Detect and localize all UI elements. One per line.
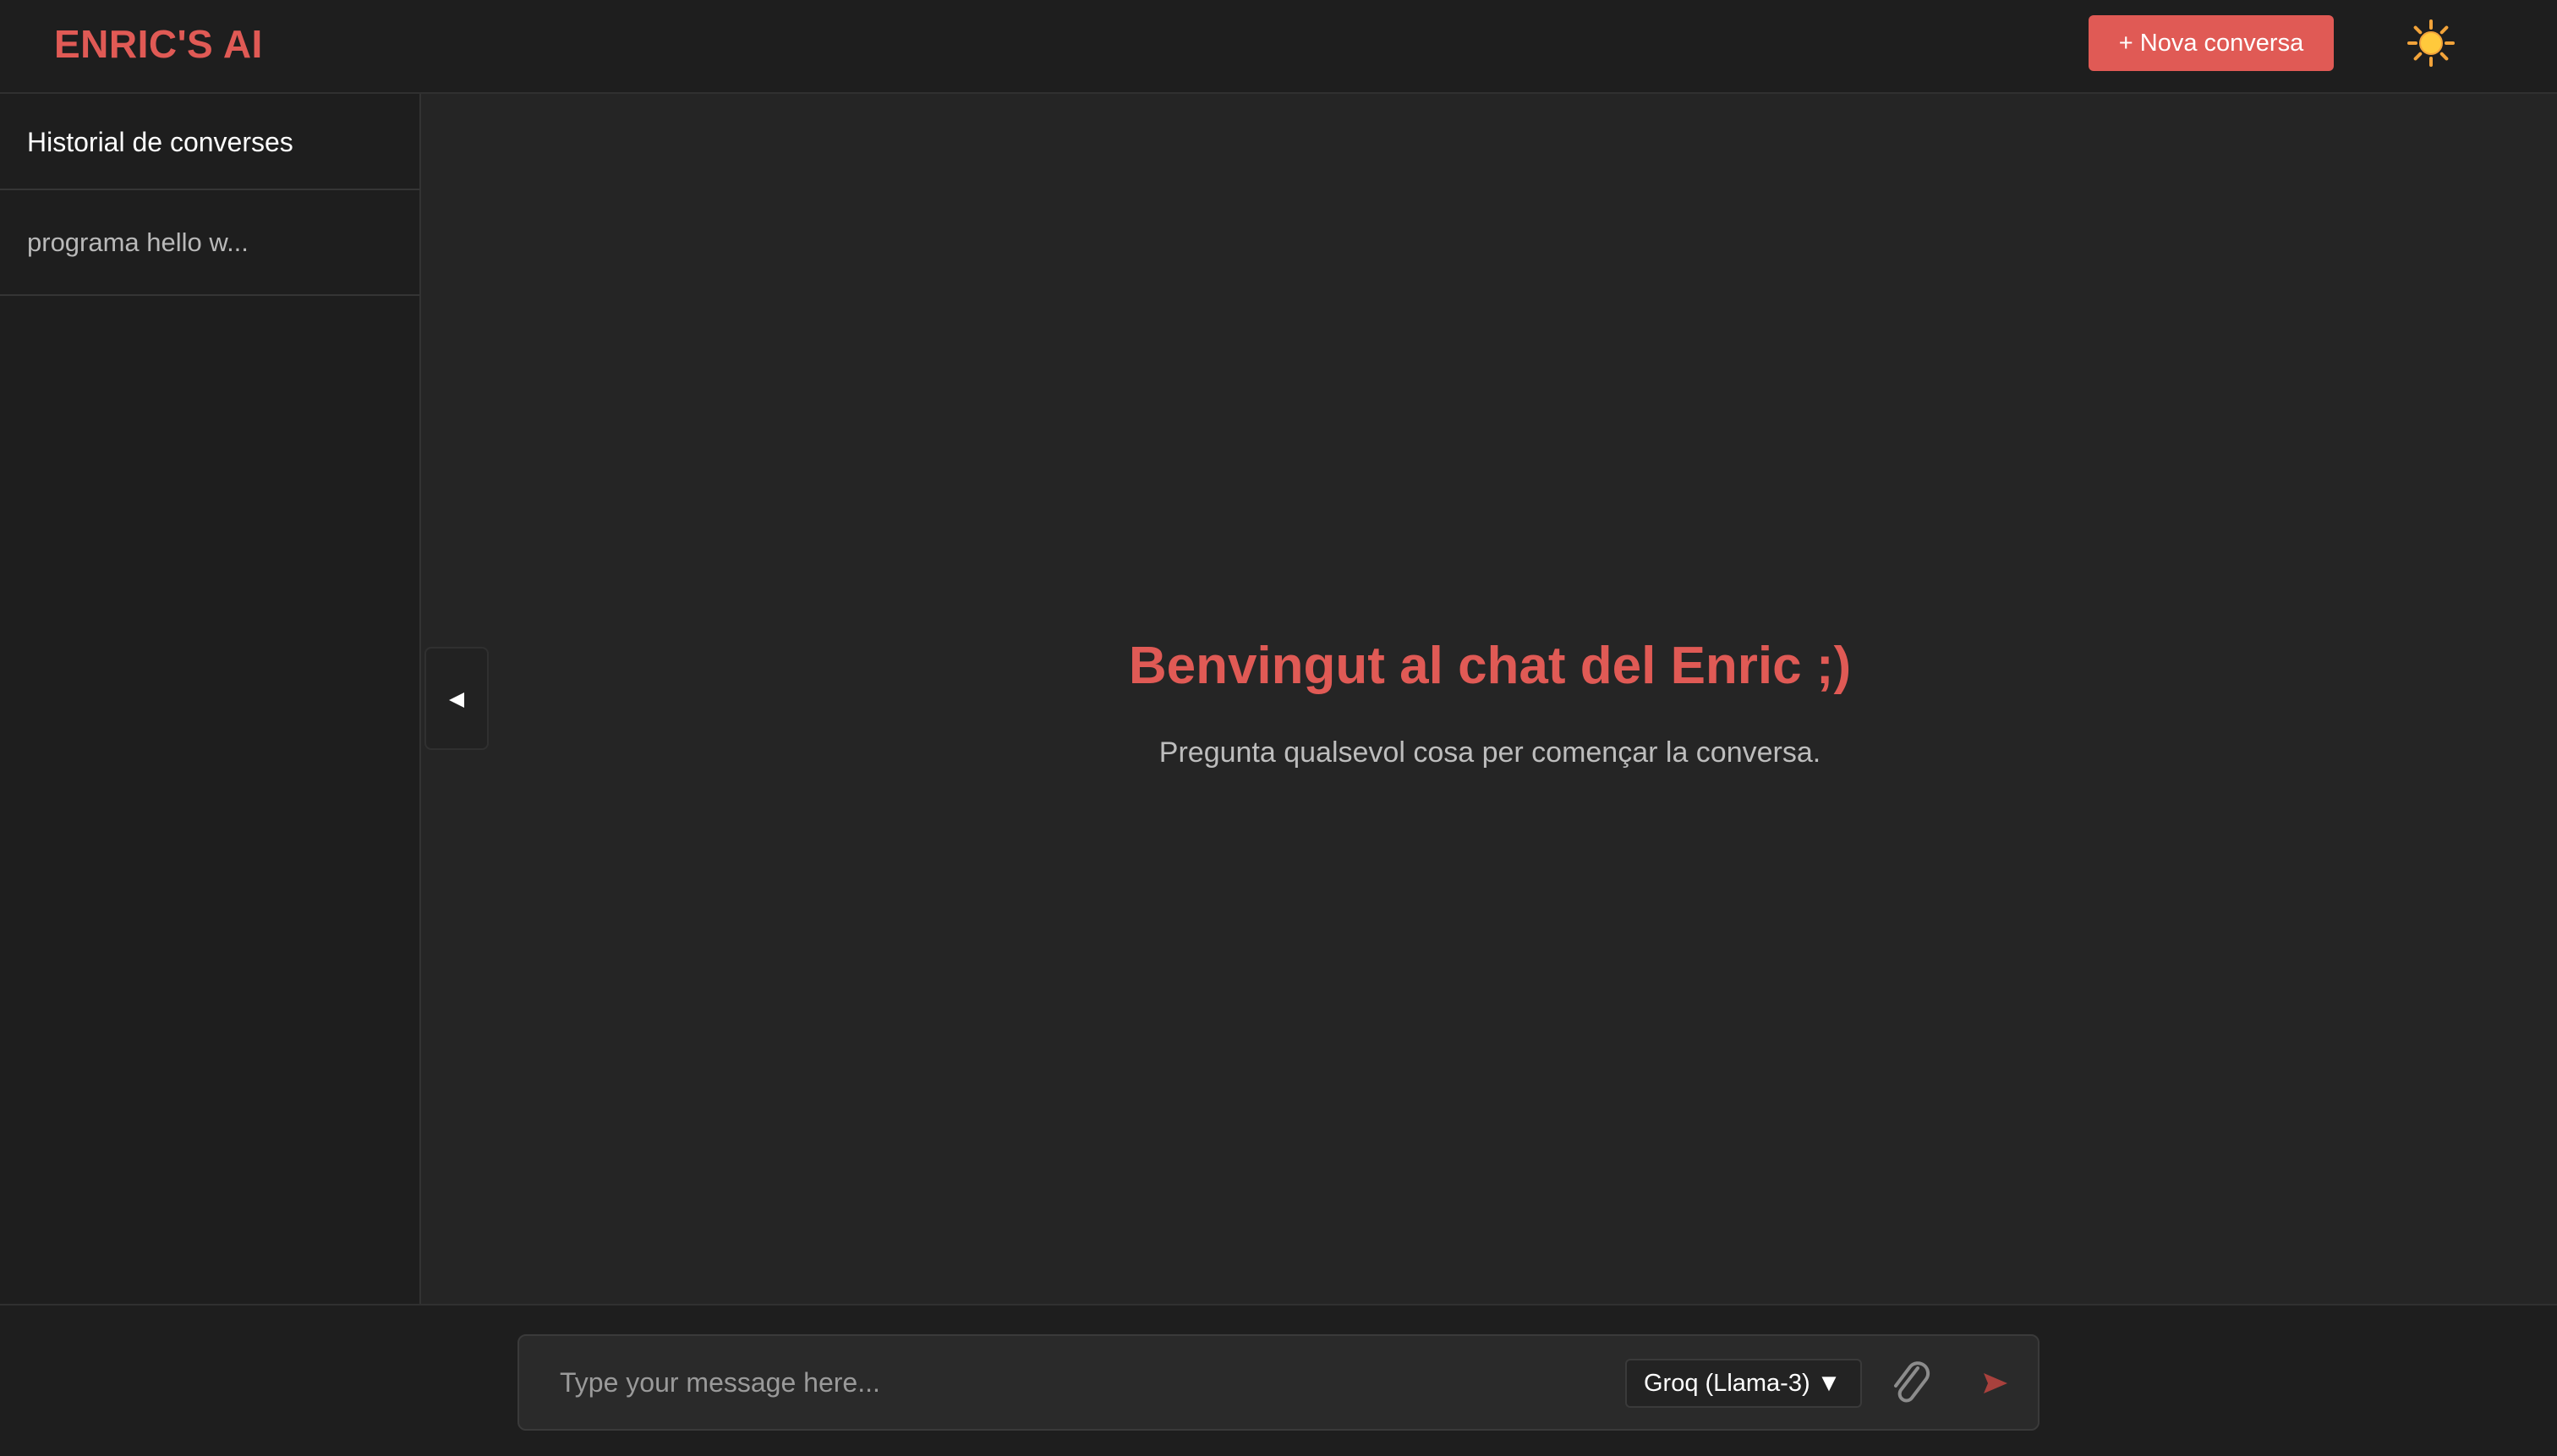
model-select[interactable]: Groq (Llama-3) ▼	[1625, 1359, 1862, 1408]
send-icon[interactable]	[1970, 1360, 2018, 1407]
welcome-title: Benvingut al chat del Enric ;)	[1128, 637, 1852, 695]
sidebar-title: Historial de converses	[0, 94, 419, 190]
sidebar-item-conversation[interactable]: programa hello w...	[0, 190, 419, 296]
paperclip-icon[interactable]	[1886, 1356, 1936, 1410]
message-input[interactable]	[558, 1359, 1573, 1406]
composer-footer: Groq (Llama-3) ▼	[0, 1304, 2557, 1456]
app-logo: ENRIC'S AI	[54, 22, 263, 66]
welcome-subtitle: Pregunta qualsevol cosa per començar la …	[1158, 736, 1821, 769]
composer-bar: Groq (Llama-3) ▼	[517, 1334, 2040, 1431]
sun-icon[interactable]	[2406, 18, 2456, 68]
new-conversation-button[interactable]: + Nova conversa	[2089, 15, 2334, 71]
top-header: ENRIC'S AI + Nova conversa	[0, 0, 2557, 94]
conversation-sidebar: Historial de converses programa hello w.…	[0, 94, 421, 1304]
